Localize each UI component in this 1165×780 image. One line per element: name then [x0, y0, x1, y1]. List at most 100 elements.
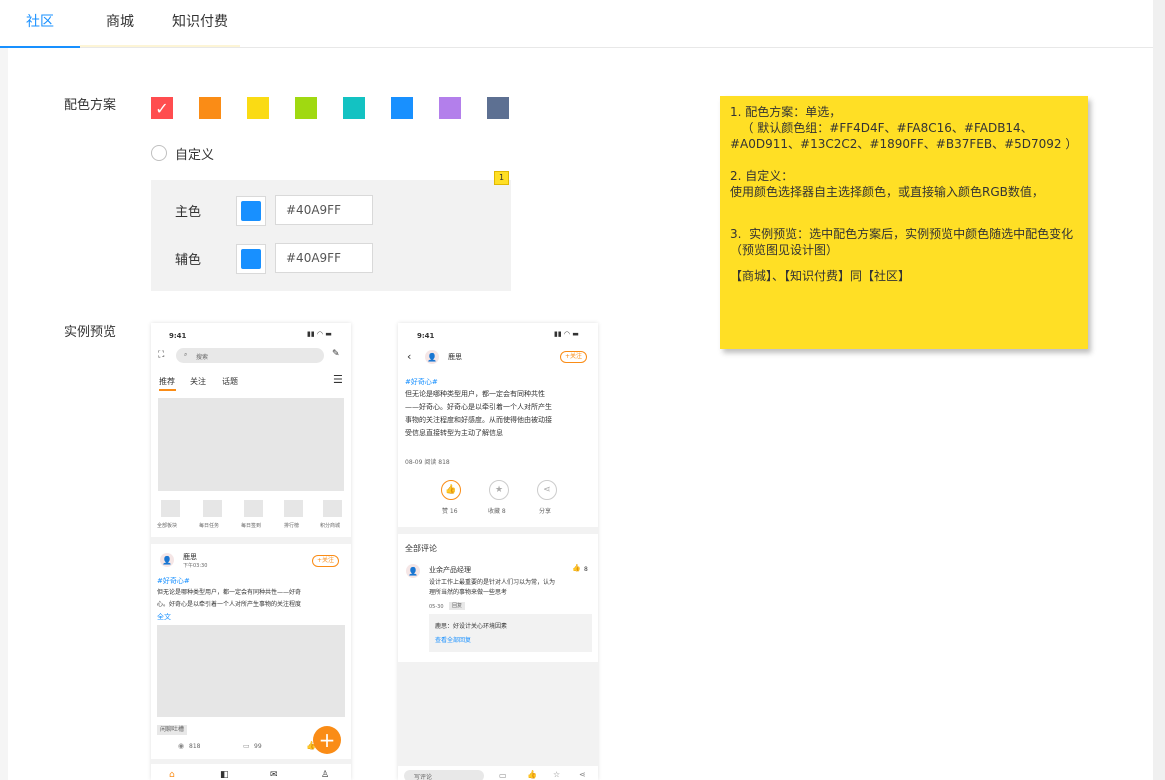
- search-bar[interactable]: ⌕ 搜索: [176, 348, 324, 363]
- nav-home-icon[interactable]: ⌂: [169, 771, 175, 780]
- tab-hover-underline: [80, 45, 240, 47]
- status-icons: ▮▮ ◠ ▬: [307, 330, 332, 338]
- color-swatch-5[interactable]: [343, 97, 365, 119]
- edit-icon[interactable]: ✎: [332, 350, 340, 359]
- preview-phone-home: 9:41 ▮▮ ◠ ▬ ⛶ ⌕ 搜索 ✎ 推荐 关注 话题 ☰ 全部板块 每日任…: [151, 323, 351, 780]
- menu-icon-all[interactable]: [161, 500, 180, 517]
- menu-icon[interactable]: ☰: [333, 374, 343, 385]
- secondary-color-swatch: [241, 249, 261, 269]
- post-author[interactable]: 鹿思: [448, 352, 462, 362]
- commenter-avatar[interactable]: 👤: [406, 564, 420, 578]
- tab-mall[interactable]: 商城: [80, 0, 160, 46]
- share-button[interactable]: ⋖: [537, 480, 557, 500]
- comments-title: 全部评论: [405, 544, 437, 553]
- avatar[interactable]: 👤: [160, 553, 174, 567]
- preview-phone-detail: 9:41 ▮▮ ◠ ▬ ‹ 👤 鹿思 +关注 #好奇心# 但无论是哪种类型用户，…: [398, 323, 598, 780]
- color-swatch-7[interactable]: [439, 97, 461, 119]
- note-custom: 2. 自定义： 使用颜色选择器自主选择颜色，或直接输入颜色RGB数值，: [730, 169, 1044, 199]
- secondary-color-input[interactable]: [275, 243, 373, 273]
- menu-icon-rank[interactable]: [284, 500, 303, 517]
- feed-tab-indicator: [159, 389, 176, 391]
- reply-box: [429, 614, 592, 652]
- comment-body: 设计工作上最重要的是针对人们习以为常，认为 理所当然的事物来做一些思考: [429, 579, 556, 596]
- back-icon[interactable]: ‹: [407, 351, 411, 362]
- menu-label-all: 全部板块: [157, 523, 178, 529]
- follow-button[interactable]: +关注: [312, 555, 340, 567]
- menu-icon-task[interactable]: [203, 500, 222, 517]
- feed-tab-follow[interactable]: 关注: [190, 376, 206, 387]
- top-tab-bar: 社区 商城 知识付费: [0, 0, 1153, 48]
- post-meta: 08-09 阅读 818: [405, 459, 450, 466]
- tab-community[interactable]: 社区: [0, 0, 80, 48]
- nav-profile-icon[interactable]: ♙: [321, 771, 329, 780]
- note-preview: 3. 实例预览：选中配色方案后，实例预览中颜色随选中配色变化（预览图见设计图）: [730, 227, 1074, 257]
- primary-color-swatch: [241, 201, 261, 221]
- like-button[interactable]: 👍: [441, 480, 461, 500]
- nav-shop-icon[interactable]: ◧: [220, 771, 229, 780]
- color-swatch-2[interactable]: [199, 97, 221, 119]
- search-icon: ⌕: [184, 351, 188, 358]
- nav-message-icon[interactable]: ✉: [270, 771, 278, 780]
- menu-icon-mall[interactable]: [323, 500, 342, 517]
- banner-placeholder[interactable]: [158, 398, 344, 491]
- menu-label-mall: 积分商城: [320, 523, 341, 529]
- color-swatch-1[interactable]: ✓: [151, 97, 173, 119]
- favorite-label: 收藏 8: [488, 508, 506, 515]
- post-tag[interactable]: 闲聊吐槽: [157, 725, 188, 735]
- add-post-fab[interactable]: +: [313, 726, 341, 754]
- color-swatch-6[interactable]: [391, 97, 413, 119]
- post-topic[interactable]: #好奇心#: [405, 377, 438, 387]
- comment-input-placeholder: 写评论: [414, 774, 433, 780]
- color-swatch-8[interactable]: [487, 97, 509, 119]
- comment-input[interactable]: 写评论: [404, 770, 484, 780]
- scrollbar-track[interactable]: [1153, 0, 1165, 780]
- status-time: 9:41: [169, 332, 187, 340]
- bottom-like-icon[interactable]: 👍: [527, 771, 537, 779]
- post-topic[interactable]: #好奇心#: [157, 576, 190, 586]
- status-icons: ▮▮ ◠ ▬: [554, 330, 579, 338]
- bottom-comment-icon[interactable]: ▭: [499, 772, 507, 780]
- annotation-sticky-note: 1. 配色方案：单选， （ 默认颜色组：#FF4D4F、#FA8C16、#FAD…: [720, 96, 1088, 349]
- follow-button[interactable]: +关注: [560, 351, 588, 363]
- check-icon: ✓: [155, 98, 169, 118]
- views-icon: ◉: [178, 742, 185, 750]
- reply-tag[interactable]: 回复: [449, 602, 466, 610]
- secondary-color-picker[interactable]: [236, 244, 266, 274]
- primary-color-input[interactable]: [275, 195, 373, 225]
- views-count: 818: [189, 743, 201, 750]
- note-other-tabs: 【商城】、【知识付费】同【社区】: [730, 269, 911, 283]
- comment-like-icon[interactable]: 👍: [572, 565, 581, 572]
- tab-knowledge-pay[interactable]: 知识付费: [160, 0, 240, 46]
- commenter-name[interactable]: 业余产品经理: [429, 565, 471, 575]
- primary-color-picker[interactable]: [236, 196, 266, 226]
- favorite-button[interactable]: ★: [489, 480, 509, 500]
- comment-like-count: 8: [584, 566, 588, 573]
- reply-text: 鹿思：好设计关心环境因素: [435, 623, 508, 630]
- scheme-label: 配色方案: [64, 98, 117, 113]
- post-more-link[interactable]: 全文: [157, 612, 171, 622]
- menu-label-rank: 排行榜: [284, 523, 300, 529]
- custom-radio[interactable]: [151, 145, 167, 161]
- view-all-replies[interactable]: 查看全部回复: [435, 635, 471, 644]
- avatar[interactable]: 👤: [425, 350, 439, 364]
- color-swatch-4[interactable]: [295, 97, 317, 119]
- menu-label-task: 每日任务: [199, 523, 220, 529]
- note-scheme: 1. 配色方案：单选， （ 默认颜色组：#FF4D4F、#FA8C16、#FAD…: [730, 105, 1078, 151]
- scan-icon[interactable]: ⛶: [158, 351, 164, 360]
- post-time: 下午03:30: [183, 563, 208, 569]
- comment-date: 05-30: [429, 604, 444, 610]
- feed-tab-recommend[interactable]: 推荐: [159, 376, 175, 387]
- post-body: 但无论是哪种类型用户，都一定会有同种共性 ——好奇心。好奇心是以牵引着一个人对所…: [405, 390, 552, 437]
- bottom-favorite-icon[interactable]: ☆: [553, 771, 560, 779]
- post-image-placeholder[interactable]: [157, 625, 345, 717]
- primary-color-label: 主色: [175, 205, 202, 220]
- annotation-marker: 1: [494, 171, 509, 185]
- feed-tab-topic[interactable]: 话题: [222, 376, 238, 387]
- post-author[interactable]: 鹿思: [183, 552, 197, 562]
- color-swatch-3[interactable]: [247, 97, 269, 119]
- custom-label: 自定义: [175, 148, 215, 163]
- menu-icon-signin[interactable]: [244, 500, 263, 517]
- like-label: 赞 16: [442, 508, 458, 515]
- menu-label-signin: 每日签到: [241, 523, 262, 529]
- bottom-share-icon[interactable]: ⋖: [579, 771, 586, 779]
